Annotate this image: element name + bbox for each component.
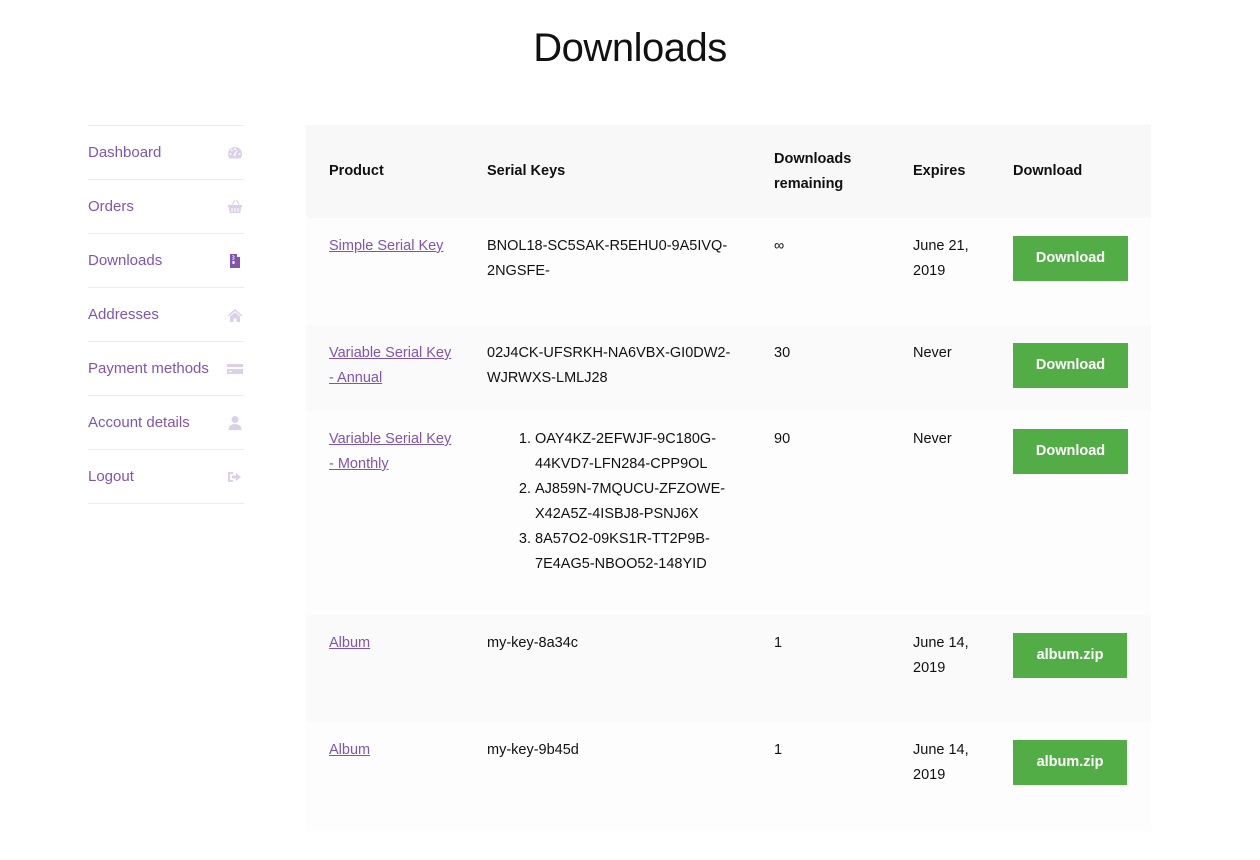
serial-key-cell: OAY4KZ-2EFWJF-9C180G-44KVD7-LFN284-CPP9O…	[464, 411, 751, 615]
header-downloads-remaining: Downloads remaining	[751, 125, 890, 218]
expires-cell: June 14, 2019	[913, 742, 969, 783]
basket-icon	[226, 198, 244, 216]
table-row: Simple Serial Key BNOL18-SC5SAK-R5EHU0-9…	[306, 218, 1151, 325]
product-link[interactable]: Variable Serial Key - Annual	[329, 345, 451, 386]
product-link[interactable]: Album	[329, 635, 370, 651]
download-cell: Download	[990, 325, 1151, 411]
download-button[interactable]: Download	[1013, 429, 1128, 474]
header-expires: Expires	[890, 125, 990, 218]
table-row: Album my-key-8a34c 1 June 14, 2019 album…	[306, 615, 1151, 722]
download-button[interactable]: Download	[1013, 236, 1128, 281]
nav-item-logout[interactable]: Logout	[88, 450, 244, 504]
nav-item-addresses[interactable]: Addresses	[88, 288, 244, 342]
download-cell: album.zip	[990, 722, 1151, 831]
file-archive-icon	[226, 252, 244, 270]
download-cell: Download	[990, 218, 1151, 325]
expires-cell: June 21, 2019	[913, 238, 969, 279]
downloads-table: Product Serial Keys Downloads remaining …	[306, 125, 1151, 831]
header-serial-keys: Serial Keys	[464, 125, 751, 218]
serial-key-item: 8A57O2-09KS1R-TT2P9B-7E4AG5-NBOO52-148YI…	[535, 527, 741, 577]
page-title: Downloads	[533, 26, 727, 70]
product-link[interactable]: Album	[329, 742, 370, 758]
download-button[interactable]: Download	[1013, 343, 1128, 388]
serial-key-item: OAY4KZ-2EFWJF-9C180G-44KVD7-LFN284-CPP9O…	[535, 427, 741, 477]
serial-key-cell: my-key-9b45d	[487, 742, 579, 758]
downloads-remaining-cell: 1	[774, 742, 783, 758]
expires-cell: June 14, 2019	[913, 635, 969, 676]
account-navigation: Dashboard Orders Downloads Addresses Pay…	[88, 125, 244, 504]
product-cell: Album	[306, 615, 464, 722]
credit-card-icon	[226, 360, 244, 378]
downloads-remaining-cell: 1	[774, 635, 783, 651]
nav-item-orders[interactable]: Orders	[88, 180, 244, 234]
download-file-button[interactable]: album.zip	[1013, 633, 1127, 678]
nav-item-downloads[interactable]: Downloads	[88, 234, 244, 288]
downloads-remaining-cell: ∞	[774, 238, 785, 254]
serial-key-cell: 02J4CK-UFSRKH-NA6VBX-GI0DW2-WJRWXS-LMLJ2…	[487, 345, 731, 386]
nav-label: Downloads	[88, 252, 163, 269]
table-row: Variable Serial Key - Annual 02J4CK-UFSR…	[306, 325, 1151, 411]
serial-key-cell: my-key-8a34c	[487, 635, 579, 651]
product-cell: Album	[306, 722, 464, 831]
home-icon	[226, 306, 244, 324]
header-download: Download	[990, 125, 1151, 218]
downloads-remaining-cell: 90	[774, 431, 791, 447]
download-file-button[interactable]: album.zip	[1013, 740, 1127, 785]
nav-item-account-details[interactable]: Account details	[88, 396, 244, 450]
nav-label: Dashboard	[88, 144, 162, 161]
nav-label: Account details	[88, 414, 190, 431]
product-cell: Variable Serial Key - Annual	[306, 325, 464, 411]
serial-key-cell: BNOL18-SC5SAK-R5EHU0-9A5IVQ-2NGSFE-	[487, 238, 728, 279]
product-cell: Variable Serial Key - Monthly	[306, 411, 464, 615]
expires-cell: Never	[913, 345, 952, 361]
user-icon	[226, 414, 244, 432]
expires-cell: Never	[913, 431, 952, 447]
nav-label: Logout	[88, 468, 134, 485]
nav-item-payment-methods[interactable]: Payment methods	[88, 342, 244, 396]
sign-out-icon	[226, 468, 244, 486]
nav-label: Orders	[88, 198, 134, 215]
product-link[interactable]: Variable Serial Key - Monthly	[329, 431, 451, 472]
header-product: Product	[306, 125, 464, 218]
product-link[interactable]: Simple Serial Key	[329, 238, 443, 254]
table-row: Album my-key-9b45d 1 June 14, 2019 album…	[306, 722, 1151, 831]
table-row: Variable Serial Key - Monthly OAY4KZ-2EF…	[306, 411, 1151, 615]
download-cell: album.zip	[990, 615, 1151, 722]
table-header-row: Product Serial Keys Downloads remaining …	[306, 125, 1151, 218]
serial-key-list: OAY4KZ-2EFWJF-9C180G-44KVD7-LFN284-CPP9O…	[487, 427, 741, 577]
download-cell: Download	[990, 411, 1151, 615]
nav-label: Payment methods	[88, 360, 209, 377]
nav-label: Addresses	[88, 306, 159, 323]
downloads-remaining-cell: 30	[774, 345, 791, 361]
dashboard-gauge-icon	[226, 144, 244, 162]
product-cell: Simple Serial Key	[306, 218, 464, 325]
serial-key-item: AJ859N-7MQUCU-ZFZOWE-X42A5Z-4ISBJ8-PSNJ6…	[535, 477, 741, 527]
nav-item-dashboard[interactable]: Dashboard	[88, 126, 244, 180]
